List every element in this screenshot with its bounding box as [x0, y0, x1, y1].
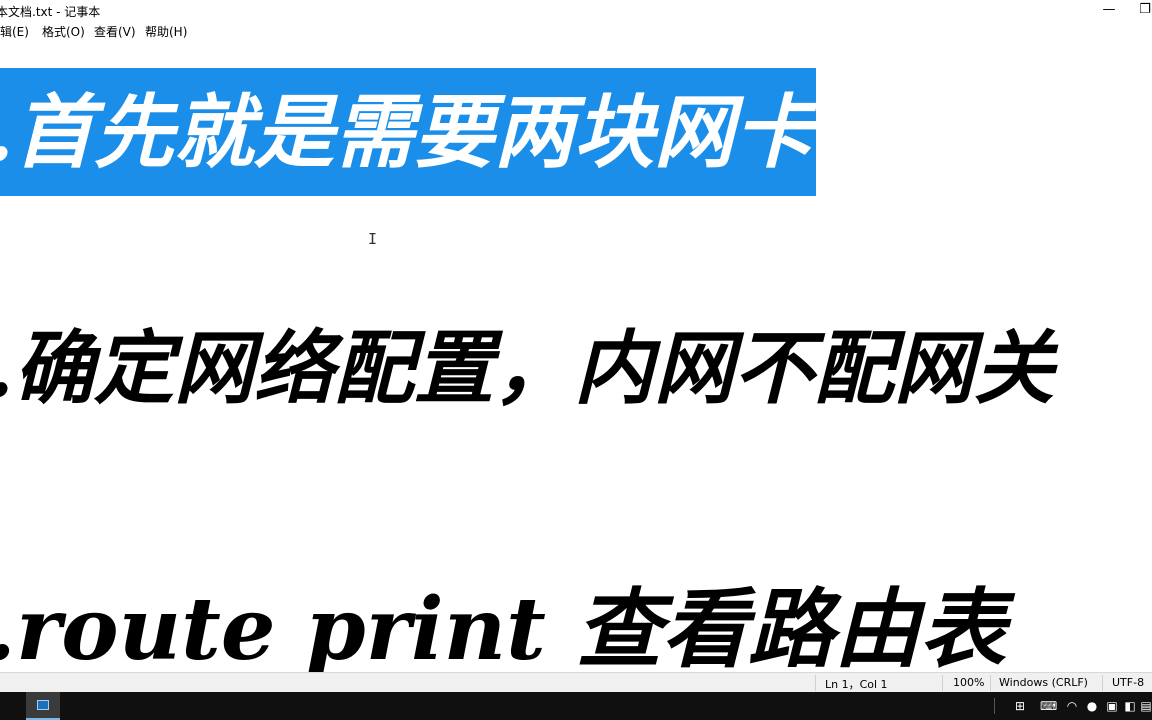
line-ending: Windows (CRLF)	[999, 676, 1088, 689]
minimize-button[interactable]: —	[1094, 0, 1124, 20]
wifi-icon[interactable]: ◠	[1064, 698, 1080, 714]
menu-view[interactable]: 查看(V)	[94, 23, 136, 40]
tray-divider	[994, 698, 995, 714]
editor-line-selected[interactable]: .首先就是需要两块网卡	[0, 68, 816, 196]
status-divider	[990, 675, 991, 691]
taskbar: ⊞ ⌨ ◠ ● ▣ ◧ ▤	[0, 692, 1152, 720]
menu-help[interactable]: 帮助(H)	[145, 23, 187, 40]
status-divider	[1102, 675, 1103, 691]
status-divider	[942, 675, 943, 691]
notepad-icon	[37, 700, 49, 710]
status-bar: Ln 1，Col 1 100% Windows (CRLF) UTF-8	[0, 672, 1152, 692]
window-title: 本文档.txt - 记事本	[0, 5, 101, 19]
editor-line[interactable]: .确定网络配置，内网不配网关	[0, 318, 1054, 418]
zoom-level: 100%	[953, 676, 985, 689]
notification-icon[interactable]: ▤	[1138, 698, 1152, 714]
status-divider	[815, 675, 816, 691]
text-cursor-icon: I	[368, 230, 378, 248]
network-icon[interactable]: ▣	[1104, 698, 1120, 714]
text-editor[interactable]: .首先就是需要两块网卡 .确定网络配置，内网不配网关 .route print …	[0, 40, 1152, 672]
keyboard-icon[interactable]: ⌨	[1040, 698, 1057, 714]
encoding: UTF-8	[1112, 676, 1145, 689]
editor-line[interactable]: .route print 查看路由表	[0, 580, 1006, 673]
title-bar: 本文档.txt - 记事本 — ❐	[0, 0, 1152, 20]
menu-format[interactable]: 格式(O)	[42, 23, 85, 40]
input-method-icon[interactable]: ⊞	[1012, 698, 1028, 714]
menu-bar: 编辑(E) 格式(O) 查看(V) 帮助(H)	[0, 20, 1152, 40]
mic-icon[interactable]: ●	[1084, 698, 1100, 714]
volume-icon[interactable]: ◧	[1122, 698, 1138, 714]
maximize-button[interactable]: ❐	[1130, 0, 1152, 20]
taskbar-notepad-button[interactable]	[26, 692, 60, 720]
cursor-position: Ln 1，Col 1	[825, 678, 888, 691]
menu-edit[interactable]: 编辑(E)	[0, 23, 29, 40]
